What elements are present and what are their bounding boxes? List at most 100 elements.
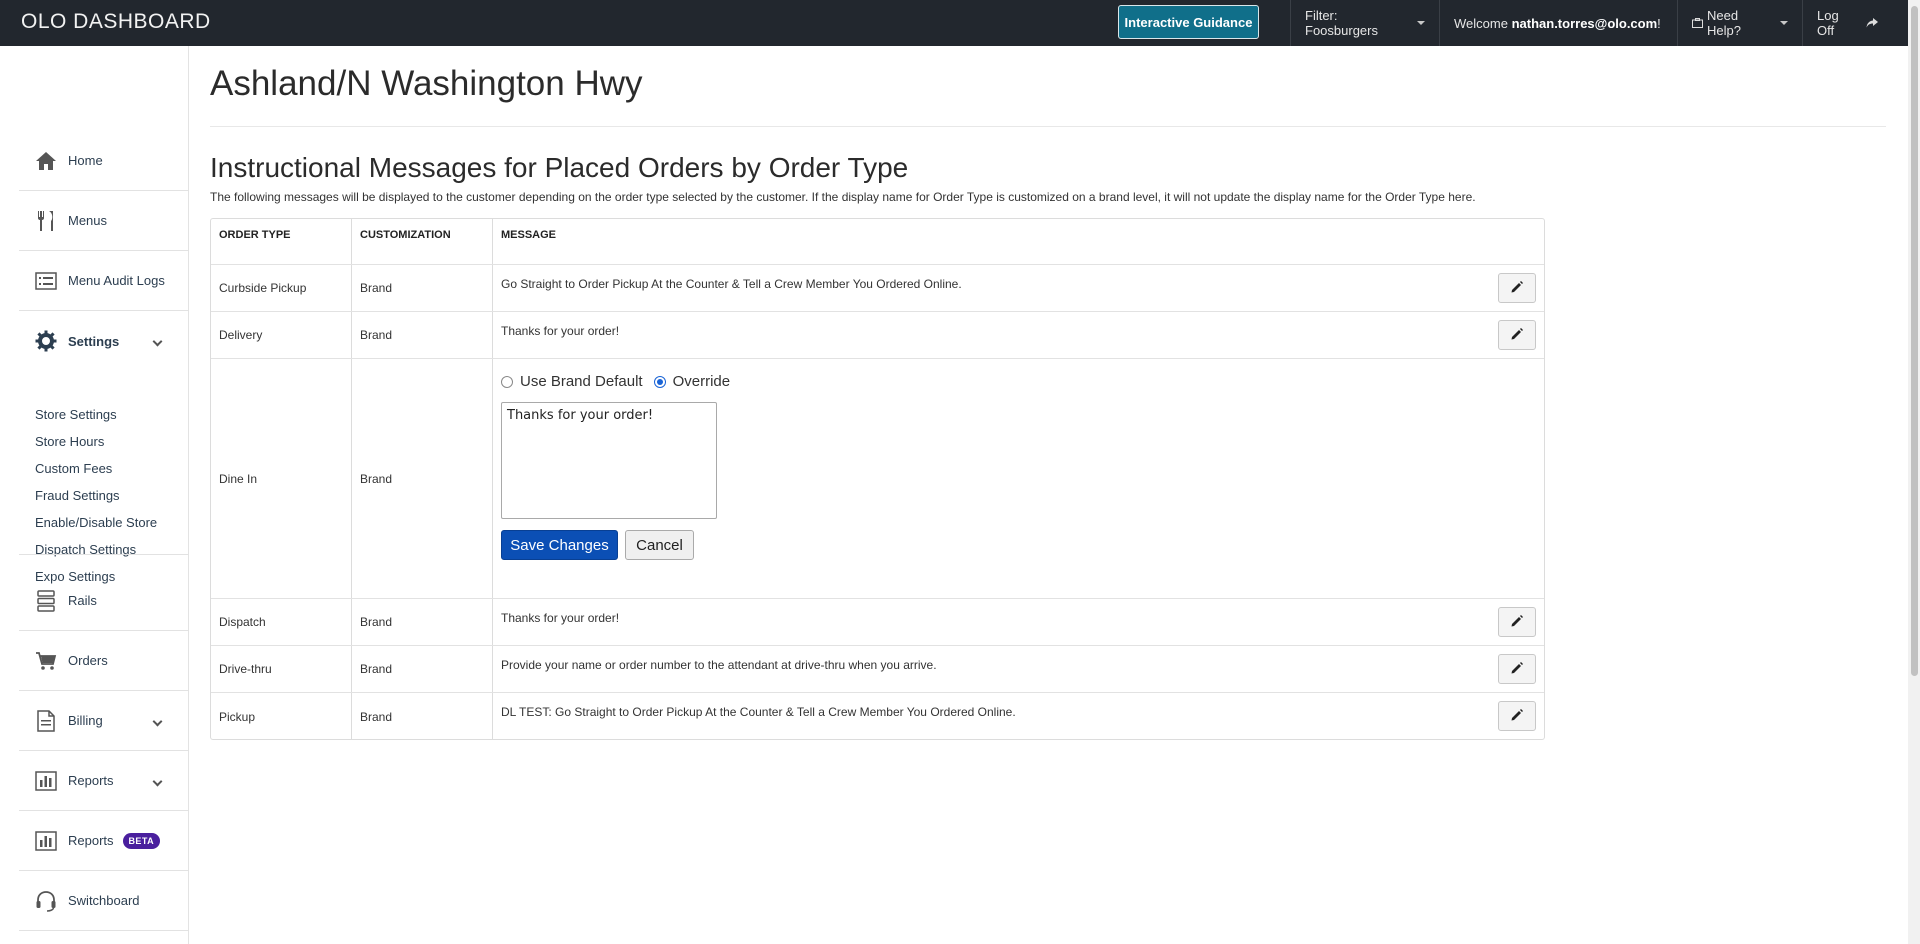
rails-icon xyxy=(34,589,58,613)
order-type-cell: Drive-thru xyxy=(211,646,352,692)
order-type-cell: Curbside Pickup xyxy=(211,265,352,311)
order-type-cell: Dine In xyxy=(211,359,352,598)
divider xyxy=(210,126,1886,127)
filter-label: Filter: Foosburgers xyxy=(1305,8,1378,38)
need-help-label: Need Help? xyxy=(1707,8,1741,38)
submenu-item[interactable]: Fraud Settings xyxy=(35,482,157,509)
edit-button[interactable] xyxy=(1498,320,1536,350)
edit-button[interactable] xyxy=(1498,607,1536,637)
share-arrow-icon xyxy=(1866,18,1878,28)
sidebar-item-menus[interactable]: Menus xyxy=(19,191,189,251)
message-source-options: Use Brand Default Override xyxy=(501,373,730,390)
message-cell: Thanks for your order! xyxy=(493,312,1544,358)
chevron-down-icon xyxy=(152,336,163,347)
submenu-item[interactable]: Store Hours xyxy=(35,428,157,455)
table-row-editing: Dine In Brand Use Brand Default Override… xyxy=(211,359,1544,599)
sidebar-label-home: Home xyxy=(68,153,103,168)
table-row: Pickup Brand DL TEST: Go Straight to Ord… xyxy=(211,693,1544,740)
logoff-label: Log Off xyxy=(1817,8,1839,38)
message-textarea[interactable]: Thanks for your order! xyxy=(501,402,717,519)
submenu-item[interactable]: Custom Fees xyxy=(35,455,157,482)
interactive-guidance-button[interactable]: Interactive Guidance xyxy=(1118,5,1259,39)
page-scrollbar[interactable] xyxy=(1908,0,1920,944)
fork-knife-icon xyxy=(34,209,58,233)
table-header-row: ORDER TYPE CUSTOMIZATION MESSAGE xyxy=(211,219,1544,265)
column-header-order-type: ORDER TYPE xyxy=(211,219,352,264)
sidebar-item-reports[interactable]: Reports xyxy=(19,751,189,811)
scrollbar-thumb[interactable] xyxy=(1911,6,1918,676)
sidebar-label-orders: Orders xyxy=(68,653,108,668)
cart-icon xyxy=(34,649,58,673)
message-text: Go Straight to Order Pickup At the Count… xyxy=(501,277,962,291)
column-header-customization: CUSTOMIZATION xyxy=(352,219,493,264)
sidebar-item-switchboard[interactable]: Switchboard xyxy=(19,871,189,931)
pencil-icon xyxy=(1511,614,1523,630)
customization-cell: Brand xyxy=(352,599,493,645)
sidebar-label-billing: Billing xyxy=(68,713,103,728)
messages-table: ORDER TYPE CUSTOMIZATION MESSAGE Curbsid… xyxy=(210,218,1545,740)
pencil-icon xyxy=(1511,280,1523,296)
section-description: The following messages will be displayed… xyxy=(210,190,1476,204)
welcome-suffix: ! xyxy=(1657,15,1661,31)
sidebar-item-orders[interactable]: Orders xyxy=(19,631,189,691)
table-row: Curbside Pickup Brand Go Straight to Ord… xyxy=(211,265,1544,312)
cancel-button[interactable]: Cancel xyxy=(625,530,694,560)
edit-button[interactable] xyxy=(1498,701,1536,731)
message-cell: Go Straight to Order Pickup At the Count… xyxy=(493,265,1544,311)
sidebar-item-billing[interactable]: Billing xyxy=(19,691,189,751)
chevron-down-icon xyxy=(152,776,163,787)
message-text: Provide your name or order number to the… xyxy=(501,658,937,672)
welcome-username: nathan.torres@olo.com xyxy=(1511,15,1658,31)
use-brand-default-radio[interactable] xyxy=(501,375,513,388)
customization-cell: Brand xyxy=(352,265,493,311)
customization-cell: Brand xyxy=(352,312,493,358)
home-icon xyxy=(34,149,58,173)
sidebar-label-settings: Settings xyxy=(68,333,120,349)
override-radio[interactable] xyxy=(653,375,666,388)
customization-cell: Brand xyxy=(352,646,493,692)
message-text: Thanks for your order! xyxy=(501,324,620,338)
app-brand[interactable]: OLO DASHBOARD xyxy=(21,10,211,34)
submenu-item[interactable]: Enable/Disable Store xyxy=(35,509,157,536)
order-type-cell: Dispatch xyxy=(211,599,352,645)
chevron-down-icon xyxy=(1417,21,1425,25)
sidebar-item-home[interactable]: Home xyxy=(19,131,189,191)
logoff-link[interactable]: Log Off xyxy=(1802,0,1892,46)
sidebar-label-menus: Menus xyxy=(68,213,108,228)
sidebar-item-settings[interactable]: Settings xyxy=(19,311,189,371)
order-type-cell: Pickup xyxy=(211,693,352,740)
table-row: Dispatch Brand Thanks for your order! xyxy=(211,599,1544,646)
sidebar-label-switchboard: Switchboard xyxy=(68,893,140,908)
message-cell: Provide your name or order number to the… xyxy=(493,646,1544,692)
sidebar-label-menu-audit-logs: Menu Audit Logs xyxy=(68,273,165,288)
settings-submenu: Store Settings Store Hours Custom Fees F… xyxy=(35,401,157,590)
submenu-item[interactable]: Store Settings xyxy=(35,401,157,428)
submenu-item[interactable]: Dispatch Settings xyxy=(35,536,157,563)
edit-button[interactable] xyxy=(1498,273,1536,303)
sidebar-label-rails: Rails xyxy=(68,593,97,608)
filter-dropdown[interactable]: Filter: Foosburgers xyxy=(1290,0,1439,46)
welcome-prefix: Welcome xyxy=(1454,15,1508,31)
sidebar-label-reports: Reports xyxy=(68,773,114,788)
use-brand-default-label[interactable]: Use Brand Default xyxy=(520,373,643,390)
table-row: Delivery Brand Thanks for your order! xyxy=(211,312,1544,359)
sidebar: Home Menus Menu Audit Logs Settings Stor… xyxy=(0,46,189,944)
need-help-dropdown[interactable]: Need Help? xyxy=(1677,0,1802,46)
message-cell: DL TEST: Go Straight to Order Pickup At … xyxy=(493,693,1544,740)
save-changes-button[interactable]: Save Changes xyxy=(501,530,618,560)
bar-chart-icon xyxy=(34,829,58,853)
divider xyxy=(19,554,189,555)
edit-button[interactable] xyxy=(1498,654,1536,684)
order-type-cell: Delivery xyxy=(211,312,352,358)
welcome-user: Welcome nathan.torres@olo.com! xyxy=(1439,0,1677,46)
sidebar-item-rails[interactable]: Rails xyxy=(19,571,189,631)
message-text: DL TEST: Go Straight to Order Pickup At … xyxy=(501,705,1016,719)
gear-icon xyxy=(34,329,58,353)
table-row: Drive-thru Brand Provide your name or or… xyxy=(211,646,1544,693)
sidebar-item-reports-beta[interactable]: Reports BETA xyxy=(19,811,189,871)
override-label[interactable]: Override xyxy=(673,373,731,390)
page-title: Ashland/N Washington Hwy xyxy=(210,64,643,103)
sidebar-item-menu-audit-logs[interactable]: Menu Audit Logs xyxy=(19,251,189,311)
customization-cell: Brand xyxy=(352,693,493,740)
top-navbar: OLO DASHBOARD Interactive Guidance Filte… xyxy=(0,0,1908,46)
